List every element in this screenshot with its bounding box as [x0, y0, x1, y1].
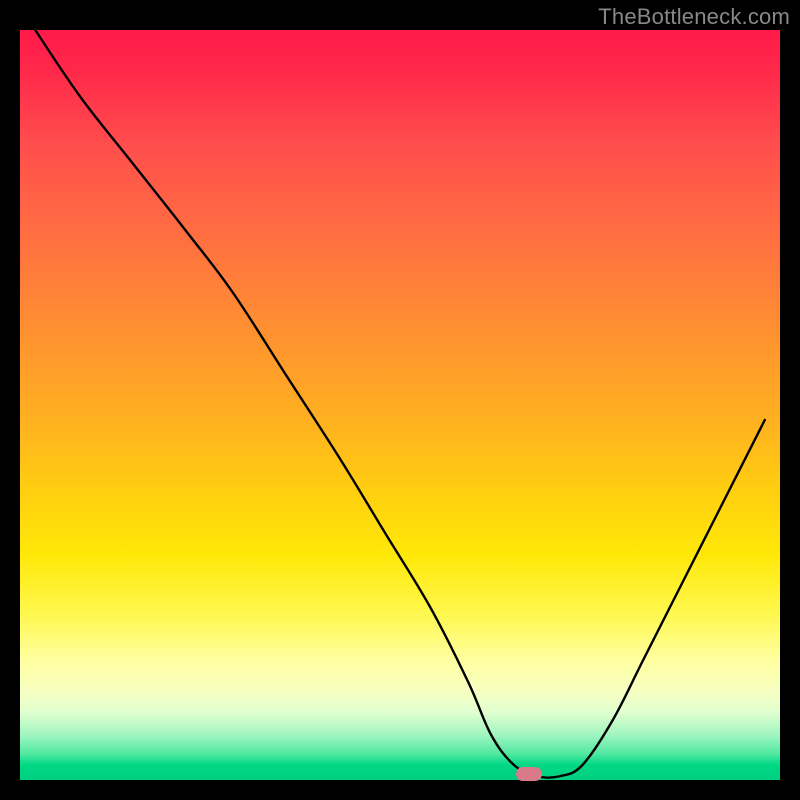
optimum-marker — [516, 767, 542, 781]
bottleneck-curve — [35, 30, 765, 778]
plot-area — [20, 30, 780, 780]
watermark-text: TheBottleneck.com — [598, 4, 790, 30]
curve-layer — [20, 30, 780, 780]
